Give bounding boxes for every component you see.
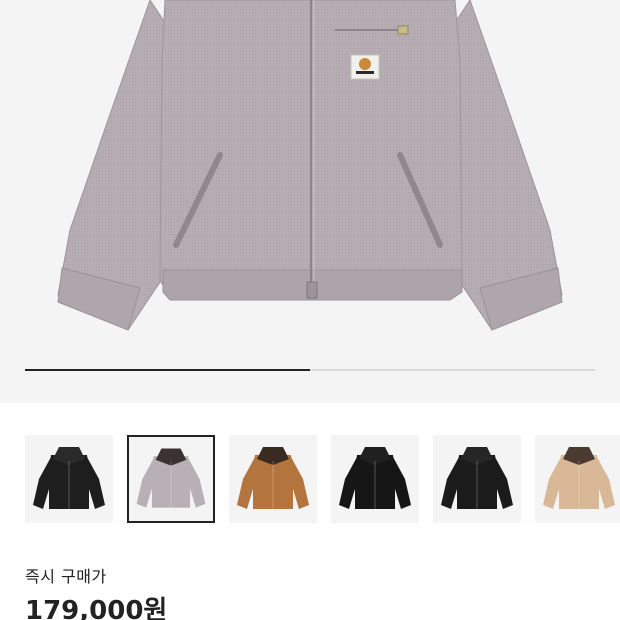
thumbnail-1[interactable]: [25, 435, 113, 523]
price-value: 179,000원: [25, 596, 168, 620]
black-jacket-thumbnail: [33, 447, 105, 509]
leather-jacket-thumbnail: [339, 447, 411, 509]
image-progress-track: [25, 369, 595, 371]
thumbnail-5[interactable]: [433, 435, 521, 523]
product-page: 즉시 구매가 179,000원: [0, 0, 620, 620]
instant-price-label: 즉시 구매가: [25, 567, 107, 586]
jacket-image: [57, 0, 563, 331]
thumbnail-2[interactable]: [127, 435, 215, 523]
beige-jacket-thumbnail: [543, 447, 615, 509]
grey-jacket-thumbnail: [136, 448, 206, 508]
thumbnail-3[interactable]: [229, 435, 317, 523]
brown-jacket-thumbnail: [237, 447, 309, 509]
thumbnail-6[interactable]: [535, 435, 620, 523]
thumbnail-4[interactable]: [331, 435, 419, 523]
image-progress-fill: [25, 369, 310, 371]
thumbnail-list: [25, 435, 620, 523]
carhartt-label-icon: [350, 54, 380, 80]
black-jacket-thumbnail: [441, 447, 513, 509]
product-image[interactable]: [0, 0, 620, 403]
